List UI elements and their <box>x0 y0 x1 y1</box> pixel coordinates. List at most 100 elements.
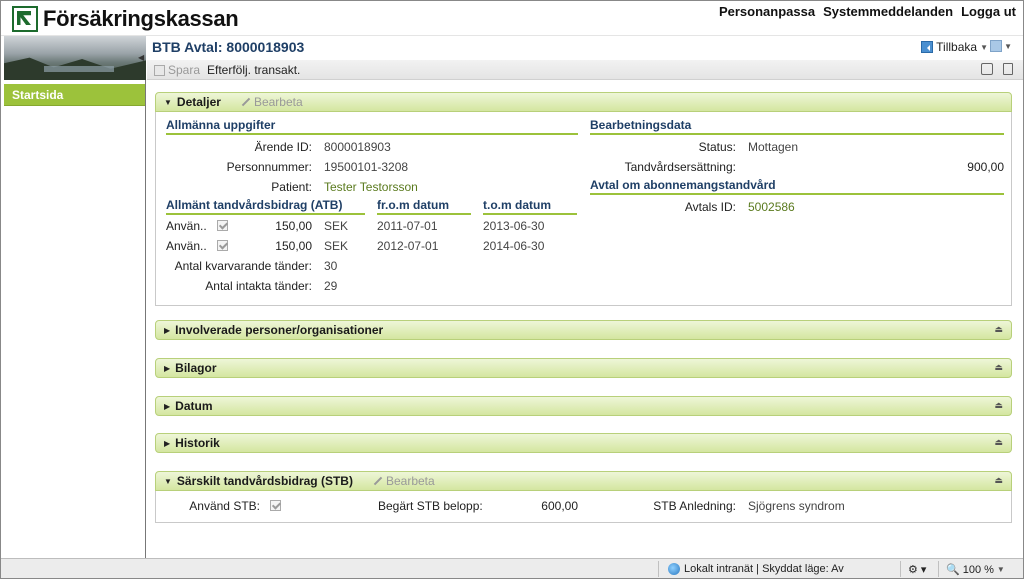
panel-bilagor: ▶ Bilagor ⏏ <box>155 358 1012 378</box>
ersattning-label: Tandvårdsersättning: <box>624 160 736 174</box>
toolbar: Spara Efterfölj. transakt. <box>147 60 1024 80</box>
panel-title: Detaljer <box>176 95 221 109</box>
forward-button[interactable]: ▼ <box>990 40 1012 52</box>
link-systemmeddelanden[interactable]: Systemmeddelanden <box>823 4 953 19</box>
collapse-up-icon[interactable]: ⏏ <box>994 362 1003 373</box>
section-bearbetningsdata: Bearbetningsdata <box>590 118 1004 135</box>
link-logga-ut[interactable]: Logga ut <box>961 4 1016 19</box>
back-button[interactable]: Tillbaka ▼ <box>921 40 988 54</box>
save-icon <box>154 64 165 76</box>
kvarvarande-value: 30 <box>324 259 338 273</box>
panel-title: Särskilt tandvårdsbidrag (STB) <box>176 474 353 488</box>
panel-detaljer-body: Allmänna uppgifter Ärende ID: 8000018903… <box>155 112 1012 306</box>
atb-row-to: 2014-06-30 <box>483 239 545 253</box>
intakta-label: Antal intakta tänder: <box>205 279 312 293</box>
ersattning-value: 900,00 <box>967 160 1004 174</box>
panel-stb-body: Använd STB: Begärt STB belopp: 600,00 ST… <box>155 491 1012 523</box>
anvand-stb-label: Använd STB: <box>189 499 260 513</box>
collapse-sidebar-icon[interactable]: ◀ <box>138 53 144 62</box>
arende-id-value: 8000018903 <box>324 140 391 154</box>
section-atb: Allmänt tandvårdsbidrag (ATB) <box>166 198 365 215</box>
panel-involverade-header[interactable]: ▶ Involverade personer/organisationer ⏏ <box>155 320 1012 340</box>
panel-involverade: ▶ Involverade personer/organisationer ⏏ <box>155 320 1012 340</box>
divider <box>658 561 659 577</box>
collapse-up-icon[interactable]: ⏏ <box>994 400 1003 411</box>
top-links: Personanpassa Systemmeddelanden Logga ut <box>719 4 1016 19</box>
forward-icon <box>990 40 1003 52</box>
edit-button[interactable]: Bearbeta <box>373 474 435 488</box>
zoom-control[interactable]: 🔍 100 % ▼ <box>946 563 1005 577</box>
arende-id-label: Ärende ID: <box>254 140 312 154</box>
collapse-up-icon[interactable]: ⏏ <box>994 437 1003 448</box>
section-avtal: Avtal om abonnemangstandvård <box>590 178 1004 195</box>
anledning-label: STB Anledning: <box>653 499 736 513</box>
protected-mode-icon[interactable]: ⚙ ▾ <box>908 563 926 576</box>
chevron-down-icon: ▼ <box>1004 41 1012 51</box>
personnummer-label: Personnummer: <box>226 160 312 174</box>
divider <box>938 561 939 577</box>
zone-label: Lokalt intranät | Skyddat läge: Av <box>684 563 844 575</box>
edit-button[interactable]: Bearbeta <box>241 95 303 109</box>
panel-historik: ▶ Historik ⏏ <box>155 433 1012 453</box>
pencil-icon <box>373 476 383 486</box>
panel-title: Bilagor <box>175 361 217 375</box>
chevron-down-icon: ▼ <box>980 42 988 52</box>
globe-icon <box>668 563 680 575</box>
chevron-down-icon: ▼ <box>996 565 1005 574</box>
page-title: BTB Avtal: 8000018903 <box>152 39 305 55</box>
edit-label: Bearbeta <box>385 474 435 488</box>
logo-icon <box>12 6 38 32</box>
belopp-value: 600,00 <box>541 499 578 513</box>
atb-row-currency: SEK <box>324 219 349 233</box>
status-label: Status: <box>698 140 736 154</box>
link-personanpassa[interactable]: Personanpassa <box>719 4 815 19</box>
status-value: Mottagen <box>748 140 799 154</box>
belopp-label: Begärt STB belopp: <box>378 499 483 513</box>
section-allmanna-uppgifter: Allmänna uppgifter <box>166 118 578 135</box>
anvand-stb-checkbox[interactable] <box>270 500 281 511</box>
panel-stb: ▼ Särskilt tandvårdsbidrag (STB) Bearbet… <box>155 471 1012 523</box>
status-bar: Lokalt intranät | Skyddat läge: Av ⚙ ▾ 🔍… <box>0 558 1024 579</box>
panel-historik-header[interactable]: ▶ Historik ⏏ <box>155 433 1012 453</box>
atb-row-checkbox[interactable] <box>217 220 228 231</box>
patient-value[interactable]: Tester Testorsson <box>324 180 418 194</box>
sidebar: Startsida <box>4 36 146 558</box>
collapsed-arrow-icon: ▶ <box>164 325 171 335</box>
sidebar-item-startsida[interactable]: Startsida <box>4 84 145 106</box>
zoom-level: 100 % <box>962 563 994 576</box>
panel-stb-header[interactable]: ▼ Särskilt tandvårdsbidrag (STB) Bearbet… <box>155 471 1012 491</box>
panel-detaljer-header[interactable]: ▼ Detaljer Bearbeta <box>155 92 1012 112</box>
panel-datum: ▶ Datum ⏏ <box>155 396 1012 416</box>
personnummer-value: 19500101-3208 <box>324 160 409 174</box>
avtals-id-label: Avtals ID: <box>684 200 736 214</box>
save-button[interactable]: Spara <box>154 63 200 77</box>
column-from-date: fr.o.m datum <box>377 198 471 215</box>
logo-text: Försäkringskassan <box>43 6 239 31</box>
edit-label: Bearbeta <box>253 95 303 109</box>
atb-row-currency: SEK <box>324 239 349 253</box>
collapse-up-icon[interactable]: ⏏ <box>994 475 1003 486</box>
atb-row-amount: 150,00 <box>275 239 312 253</box>
back-arrow-icon <box>921 41 934 53</box>
title-row: BTB Avtal: 8000018903 Tillbaka ▼ ▼ <box>147 36 1024 58</box>
follow-transaction-button[interactable]: Efterfölj. transakt. <box>207 63 300 77</box>
collapse-up-icon[interactable]: ⏏ <box>994 324 1003 335</box>
print-icon[interactable] <box>1003 63 1013 75</box>
save-label: Spara <box>168 63 201 77</box>
top-header: Försäkringskassan Personanpassa Systemme… <box>0 0 1024 36</box>
tools-icon[interactable] <box>981 63 993 75</box>
panel-datum-header[interactable]: ▶ Datum ⏏ <box>155 396 1012 416</box>
panel-bilagor-header[interactable]: ▶ Bilagor ⏏ <box>155 358 1012 378</box>
panel-title: Historik <box>175 436 220 450</box>
avtals-id-value[interactable]: 5002586 <box>748 200 795 214</box>
zoom-icon: 🔍 <box>946 564 960 576</box>
logo: Försäkringskassan <box>12 6 239 32</box>
expanded-arrow-icon: ▼ <box>164 476 172 486</box>
back-label: Tillbaka <box>936 40 978 54</box>
atb-row-amount: 150,00 <box>275 219 312 233</box>
collapsed-arrow-icon: ▶ <box>164 401 171 411</box>
atb-row-from: 2011-07-01 <box>377 219 438 233</box>
atb-row-checkbox[interactable] <box>217 240 228 251</box>
collapsed-arrow-icon: ▶ <box>164 438 171 448</box>
atb-row-label: Använ.. <box>166 239 207 253</box>
